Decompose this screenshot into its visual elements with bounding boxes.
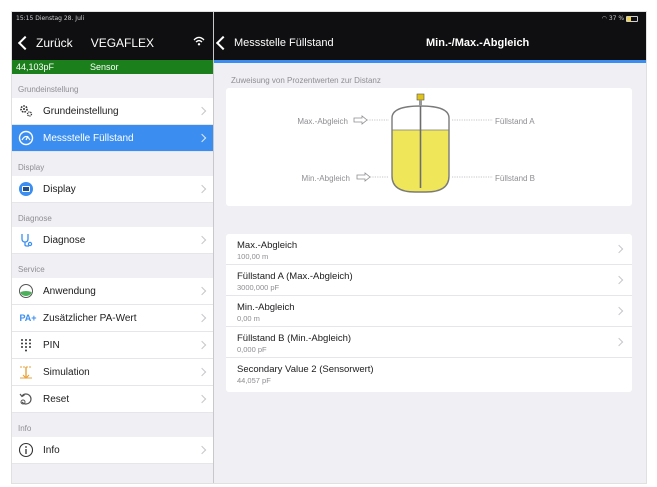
sidebar-item-label: Grundeinstellung bbox=[43, 105, 119, 117]
row-value: 3000,000 pF bbox=[237, 283, 280, 292]
row-label: Max.-Abgleich bbox=[237, 240, 298, 251]
row-label: Min.-Abgleich bbox=[237, 302, 295, 313]
sidebar-item-label: Anwendung bbox=[43, 285, 96, 297]
battery-icon bbox=[626, 15, 638, 22]
chevron-right-icon bbox=[197, 184, 207, 194]
sidebar-item-label: Reset bbox=[43, 393, 70, 405]
sidebar-item-simulation[interactable]: Simulation bbox=[12, 359, 213, 386]
chevron-right-icon bbox=[197, 106, 207, 116]
row-value: 0,00 m bbox=[237, 314, 260, 323]
sidebar-item-grundeinstellung[interactable]: Grundeinstellung bbox=[12, 98, 213, 125]
section-label: Zuweisung von Prozentwerten zur Distanz bbox=[231, 76, 381, 85]
sidebar-item-reset[interactable]: Reset bbox=[12, 386, 213, 413]
sidebar-item-label: Info bbox=[43, 444, 60, 456]
pa-plus-icon: PA+ bbox=[19, 313, 37, 323]
gears-icon bbox=[18, 103, 34, 119]
row-max-abgleich[interactable]: Max.-Abgleich 100,00 m bbox=[226, 234, 632, 265]
chevron-right-icon bbox=[197, 286, 207, 296]
group-header-display: Display bbox=[18, 163, 45, 172]
battery-status: ◠ 37 % bbox=[602, 15, 638, 22]
row-label: Secondary Value 2 (Sensorwert) bbox=[237, 364, 374, 375]
sidebar-item-anwendung[interactable]: Anwendung bbox=[12, 278, 213, 305]
chevron-right-icon bbox=[197, 313, 207, 323]
fuellstand-b-label: Füllstand B bbox=[495, 174, 535, 183]
chevron-right-icon bbox=[197, 394, 207, 404]
row-label: Füllstand B (Min.-Abgleich) bbox=[237, 333, 352, 344]
row-fuellstand-b[interactable]: Füllstand B (Min.-Abgleich) 0,000 pF bbox=[226, 327, 632, 358]
back-button[interactable]: Zurück bbox=[16, 35, 73, 51]
back-label: Messstelle Füllstand bbox=[234, 37, 334, 49]
wifi-status-icon: ◠ bbox=[601, 15, 609, 22]
row-fuellstand-a[interactable]: Füllstand A (Max.-Abgleich) 3000,000 pF bbox=[226, 265, 632, 296]
sidebar-navbar: 15:15 Dienstag 28. Juli Zurück VEGAFLEX bbox=[12, 12, 213, 60]
accent-line bbox=[214, 60, 646, 63]
sidebar-item-diagnose[interactable]: Diagnose bbox=[12, 227, 213, 254]
stethoscope-icon bbox=[18, 232, 34, 248]
main-navbar: ◠ 37 % Messstelle Füllstand Min.-/Max.-A… bbox=[214, 12, 646, 60]
fuellstand-a-label: Füllstand A bbox=[495, 117, 535, 126]
sidebar-item-messstelle-fuellstand[interactable]: Messstelle Füllstand bbox=[12, 125, 213, 152]
group-header-service: Service bbox=[18, 265, 45, 274]
simulation-icon bbox=[18, 364, 34, 380]
row-min-abgleich[interactable]: Min.-Abgleich 0,00 m bbox=[226, 296, 632, 327]
status-time: 15:15 Dienstag 28. Juli bbox=[16, 15, 85, 22]
info-icon bbox=[18, 442, 34, 458]
application-icon bbox=[18, 283, 34, 299]
sidebar-item-info[interactable]: Info bbox=[12, 437, 213, 464]
tank-diagram-svg: Max.-Abgleich Min.-Abgleich Füllstand A … bbox=[297, 93, 535, 193]
sidebar-item-pin[interactable]: PIN bbox=[12, 332, 213, 359]
sidebar-item-pa-wert[interactable]: PA+ Zusätzlicher PA-Wert bbox=[12, 305, 213, 332]
page-title: Min.-/Max.-Abgleich bbox=[426, 37, 530, 49]
keypad-icon bbox=[18, 337, 34, 353]
chevron-left-icon bbox=[215, 35, 231, 51]
display-icon bbox=[18, 181, 34, 197]
gauge-icon bbox=[18, 130, 34, 146]
sidebar-item-label: Display bbox=[43, 183, 76, 195]
group-header-grundeinstellung: Grundeinstellung bbox=[18, 85, 79, 94]
sidebar-item-display[interactable]: Display bbox=[12, 176, 213, 203]
sidebar-item-label: PIN bbox=[43, 339, 60, 351]
back-label: Zurück bbox=[36, 36, 73, 50]
sensor-value-bar: 44,103pF Sensor bbox=[12, 60, 213, 74]
sidebar: 15:15 Dienstag 28. Juli Zurück VEGAFLEX … bbox=[12, 12, 214, 483]
chevron-right-icon bbox=[197, 445, 207, 455]
chevron-left-icon bbox=[17, 35, 33, 51]
row-secondary-value: Secondary Value 2 (Sensorwert) 44,057 pF bbox=[226, 358, 632, 392]
row-value: 44,057 pF bbox=[237, 376, 271, 385]
sidebar-item-label: Messstelle Füllstand bbox=[43, 132, 134, 144]
app-frame: 15:15 Dienstag 28. Juli Zurück VEGAFLEX … bbox=[11, 11, 647, 484]
sidebar-item-label: Diagnose bbox=[43, 234, 86, 246]
sidebar-item-label: Simulation bbox=[43, 366, 90, 378]
sensor-label: Sensor bbox=[90, 62, 119, 72]
battery-percent: 37 % bbox=[608, 15, 625, 22]
arrow-right-icon bbox=[353, 115, 371, 182]
sensor-value: 44,103pF bbox=[16, 62, 55, 72]
back-button-messstelle[interactable]: Messstelle Füllstand bbox=[214, 35, 334, 51]
chevron-right-icon bbox=[197, 340, 207, 350]
row-value: 100,00 m bbox=[237, 252, 269, 261]
settings-list: Max.-Abgleich 100,00 m Füllstand A (Max.… bbox=[226, 234, 632, 392]
chevron-right-icon bbox=[197, 367, 207, 377]
wifi-icon bbox=[193, 36, 205, 46]
main-panel: ◠ 37 % Messstelle Füllstand Min.-/Max.-A… bbox=[214, 12, 646, 483]
device-title: VEGAFLEX bbox=[90, 36, 155, 50]
chevron-right-icon bbox=[197, 133, 207, 143]
reset-icon bbox=[18, 391, 34, 407]
row-value: 0,000 pF bbox=[237, 345, 267, 354]
tank-diagram: Max.-Abgleich Min.-Abgleich Füllstand A … bbox=[226, 88, 632, 206]
chevron-right-icon bbox=[197, 235, 207, 245]
sidebar-item-label: Zusätzlicher PA-Wert bbox=[43, 312, 137, 324]
min-abgleich-label: Min.-Abgleich bbox=[302, 174, 350, 183]
group-header-info: Info bbox=[18, 424, 32, 433]
group-header-diagnose: Diagnose bbox=[18, 214, 52, 223]
max-abgleich-label: Max.-Abgleich bbox=[297, 117, 348, 126]
row-label: Füllstand A (Max.-Abgleich) bbox=[237, 271, 353, 282]
